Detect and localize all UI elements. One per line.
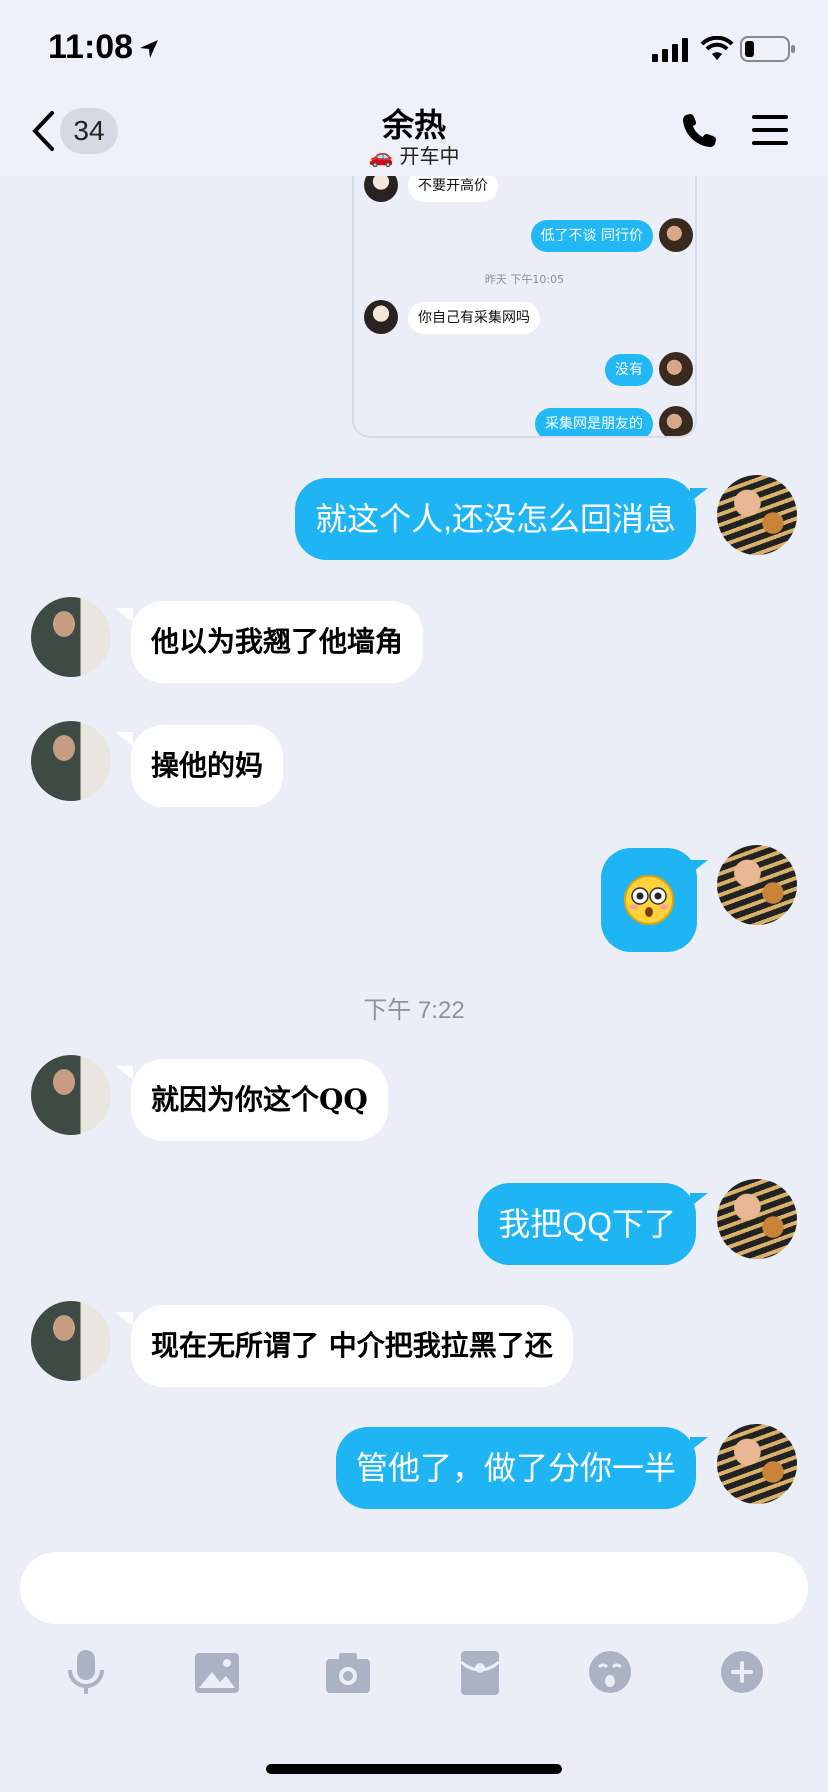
mini-message: 不要开高价	[408, 176, 498, 202]
mini-avatar-self	[659, 352, 693, 386]
message-bubble-incoming[interactable]: 就因为你这个QQ	[131, 1059, 388, 1141]
mini-message: 没有	[605, 354, 653, 386]
red-packet-icon[interactable]	[460, 1650, 500, 1696]
camera-icon[interactable]	[325, 1652, 371, 1694]
car-icon: 🚗	[368, 144, 394, 168]
bubble-tail	[115, 608, 133, 622]
avatar-self[interactable]	[717, 475, 797, 555]
mini-avatar-self	[659, 406, 693, 436]
bubble-tail	[115, 1312, 133, 1326]
flushed-face-emoji	[624, 875, 674, 925]
avatar-self[interactable]	[717, 845, 797, 925]
bubble-tail	[690, 488, 708, 502]
avatar-self[interactable]	[717, 1424, 797, 1504]
mini-message: 你自己有采集网吗	[408, 302, 540, 334]
cellular-signal-icon	[652, 38, 688, 62]
message-bubble-outgoing[interactable]: 我把QQ下了	[478, 1183, 696, 1265]
message-bubble-incoming[interactable]: 操他的妈	[131, 725, 284, 807]
location-arrow-icon	[140, 40, 158, 58]
mini-message: 采集网是朋友的	[535, 408, 653, 436]
avatar-friend[interactable]	[31, 597, 111, 677]
mini-avatar-friend	[364, 176, 398, 202]
bubble-tail	[690, 1193, 708, 1207]
message-bubble-emoji[interactable]	[601, 848, 697, 952]
bubble-tail	[115, 1066, 133, 1080]
menu-icon[interactable]	[752, 114, 788, 146]
mini-avatar-self	[659, 218, 693, 252]
image-icon[interactable]	[194, 1652, 240, 1694]
mini-message: 低了不谈 同行价	[530, 220, 653, 252]
message-bubble-outgoing[interactable]: 管他了，做了分你一半	[335, 1427, 696, 1509]
message-bubble-incoming[interactable]: 现在无所谓了 中介把我拉黑了还	[131, 1305, 573, 1387]
avatar-friend[interactable]	[31, 1301, 111, 1381]
phone-icon[interactable]	[682, 112, 718, 148]
home-indicator[interactable]	[266, 1764, 562, 1774]
status-bar: 11:08	[0, 0, 828, 100]
time-divider: 下午 7:22	[363, 997, 465, 1024]
message-input[interactable]	[20, 1552, 808, 1624]
microphone-icon[interactable]	[64, 1648, 108, 1696]
wifi-icon	[700, 36, 734, 60]
bubble-tail	[115, 732, 133, 746]
message-bubble-incoming[interactable]: 他以为我翘了他墙角	[131, 601, 424, 683]
plus-icon[interactable]	[720, 1650, 764, 1694]
mini-avatar-friend	[364, 300, 398, 334]
chat-header: 34 余热 🚗 开车中	[0, 100, 828, 176]
contact-status-text: 开车中	[399, 144, 460, 168]
message-bubble-outgoing[interactable]: 就这个人,还没怎么回消息	[295, 478, 696, 560]
mini-time-divider: 昨天 下午10:05	[484, 273, 565, 286]
battery-icon	[740, 36, 795, 62]
avatar-self[interactable]	[717, 1179, 797, 1259]
bubble-tail	[690, 1437, 708, 1451]
forwarded-screenshot[interactable]: 不要开高价 低了不谈 同行价 昨天 下午10:05 你自己有采集网吗 没有 采集…	[352, 176, 697, 438]
bubble-tail	[690, 860, 708, 874]
avatar-friend[interactable]	[31, 721, 111, 801]
status-time: 11:08	[48, 28, 134, 66]
avatar-friend[interactable]	[31, 1055, 111, 1135]
emoji-icon[interactable]	[588, 1650, 632, 1694]
